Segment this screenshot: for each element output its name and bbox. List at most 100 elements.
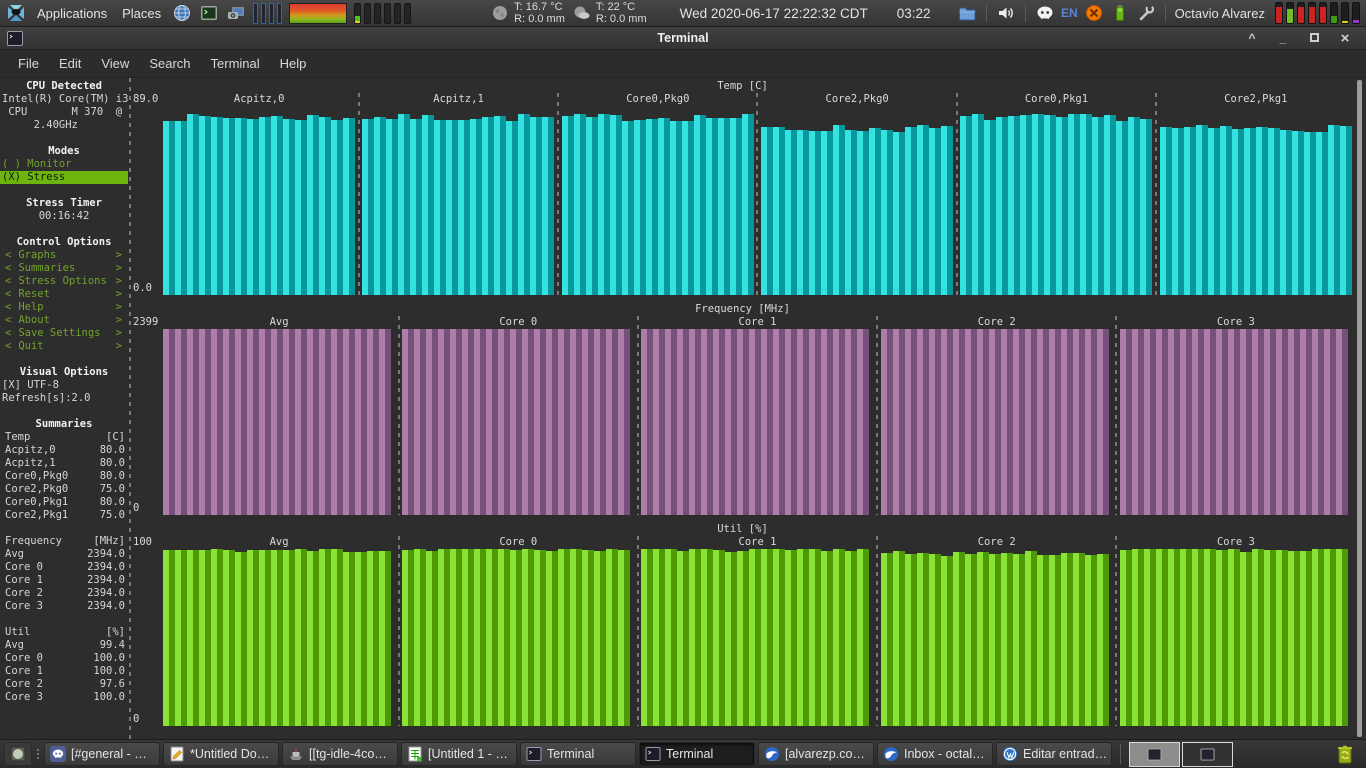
- show-desktop-button[interactable]: [4, 742, 32, 766]
- column-bars: [1119, 329, 1352, 515]
- column-label: Core0,Pkg0: [626, 93, 690, 105]
- bar-stripe: [385, 550, 391, 726]
- section-header: Control Options: [16, 236, 112, 248]
- task-button-7[interactable]: [alvarezp.co…: [758, 742, 874, 766]
- close-button[interactable]: ×: [1338, 30, 1352, 47]
- clock-applet[interactable]: Wed 2020-06-17 22:22:32 CDT: [680, 6, 868, 21]
- sensor-meter-0: [1275, 2, 1283, 24]
- chart-column-acpitz-0: Acpitz,0: [163, 93, 355, 295]
- column-separator: [753, 93, 761, 295]
- bar-stripe: [624, 329, 631, 515]
- control-summaries[interactable]: < Summaries >: [0, 262, 128, 275]
- weather-applet-1[interactable]: T: 16.7 °C R: 0.0 mm: [490, 1, 565, 25]
- section-header: CPU Detected: [26, 80, 102, 92]
- menu-terminal[interactable]: Terminal: [201, 52, 270, 75]
- task-button-6[interactable]: Terminal: [639, 742, 755, 766]
- chart-temp: Temp [C] 89.0 0.0 Acpitz,0 Acpitz,1 Core0,Pkg…: [133, 80, 1352, 295]
- calc-icon: [407, 746, 423, 762]
- window-list-handle[interactable]: [35, 749, 41, 759]
- terminal-titlebar[interactable]: Terminal ^ _ ×: [0, 27, 1366, 50]
- chart-y-labels: 89.0 0.0: [133, 93, 159, 294]
- menu-search[interactable]: Search: [139, 52, 200, 75]
- task-button-1[interactable]: [#general - …: [44, 742, 160, 766]
- volume-icon[interactable]: [996, 3, 1016, 23]
- menu-view[interactable]: View: [91, 52, 139, 75]
- sensor-meter-2: [1297, 2, 1305, 24]
- maximize-button[interactable]: [1307, 31, 1321, 45]
- sidebar-line: 2.40GHz: [2, 119, 78, 131]
- control-help[interactable]: < Help >: [0, 301, 128, 314]
- column-bars: [880, 329, 1113, 515]
- menu-edit[interactable]: Edit: [49, 52, 91, 75]
- chart-column-avg: Avg: [163, 316, 395, 515]
- workspace-2[interactable]: [1182, 741, 1233, 767]
- distro-menu-icon[interactable]: [6, 3, 26, 23]
- terminal-body: CPU Detected Intel(R) Core(TM) i3 CPU M 3…: [0, 78, 1366, 739]
- task-button-3[interactable]: [[tg-idle-4co…: [282, 742, 398, 766]
- column-separator: [634, 316, 642, 515]
- column-bars: [880, 549, 1113, 726]
- system-monitor-graph: [289, 2, 348, 24]
- menu-file[interactable]: File: [8, 52, 49, 75]
- control-reset[interactable]: < Reset >: [0, 288, 128, 301]
- control-about[interactable]: < About >: [0, 314, 128, 327]
- chart-column-core-1: Core 1: [641, 536, 873, 726]
- shade-button[interactable]: ^: [1245, 31, 1259, 45]
- mode-monitor[interactable]: ( ) Monitor: [0, 158, 128, 171]
- column-label: Core 2: [977, 536, 1016, 548]
- terminal-launcher-icon[interactable]: [199, 3, 219, 23]
- secondary-clock[interactable]: 03:22: [897, 6, 931, 21]
- username-label[interactable]: Octavio Alvarez: [1175, 6, 1265, 21]
- battery-icon[interactable]: [1110, 3, 1130, 23]
- file-manager-icon[interactable]: [957, 3, 977, 23]
- trash-icon[interactable]: [1334, 743, 1356, 765]
- chart-title: Temp [C]: [717, 80, 768, 92]
- chart-column-core-1: Core 1: [641, 316, 873, 515]
- mode-stress[interactable]: (X) Stress: [0, 171, 128, 184]
- task-button-4[interactable]: [Untitled 1 - …: [401, 742, 517, 766]
- task-button-label: Inbox - octal…: [904, 747, 985, 761]
- discord-tray-icon[interactable]: [1035, 3, 1055, 23]
- task-button-2[interactable]: *Untitled Do…: [163, 742, 279, 766]
- screenshot-launcher-icon[interactable]: [226, 3, 246, 23]
- control-stress-options[interactable]: < Stress Options >: [0, 275, 128, 288]
- refresh-setting[interactable]: Refresh[s]:2.0: [0, 392, 128, 405]
- applications-menu[interactable]: Applications: [33, 6, 111, 21]
- control-quit[interactable]: < Quit >: [0, 340, 128, 353]
- tool-tray-icon[interactable]: [1136, 3, 1156, 23]
- chart-column-acpitz-1: Acpitz,1: [362, 93, 555, 295]
- bar-stripe: [1341, 549, 1348, 726]
- task-button-label: *Untitled Do…: [190, 747, 270, 761]
- keyboard-layout-indicator[interactable]: EN: [1061, 6, 1078, 20]
- sensor-meter-7: [1352, 2, 1360, 24]
- summary-row: Avg 99.4: [5, 639, 125, 651]
- hardware-sensor-meters: [1275, 2, 1360, 24]
- column-label: Core 3: [1216, 316, 1255, 328]
- column-bars: [641, 329, 873, 515]
- minimize-button[interactable]: _: [1276, 31, 1290, 45]
- weather-temp: T: 22 °C: [595, 1, 636, 13]
- browser-launcher-icon[interactable]: [172, 3, 192, 23]
- weather-rain: R: 0.0 mm: [595, 13, 647, 25]
- sensor-meter-1: [1286, 2, 1294, 24]
- summary-row: Core 3 100.0: [5, 691, 125, 703]
- workspace-switcher: [1129, 741, 1233, 767]
- column-bars: [1119, 549, 1352, 726]
- utf8-toggle[interactable]: [X] UTF-8: [0, 379, 128, 392]
- update-status-icon[interactable]: [1084, 3, 1104, 23]
- terminal-scrollbar[interactable]: [1357, 80, 1362, 737]
- control-graphs[interactable]: < Graphs >: [0, 249, 128, 262]
- bar-stripe: [1341, 329, 1348, 515]
- chart-column-core-3: Core 3: [1119, 536, 1352, 726]
- bar-stripe: [747, 114, 754, 295]
- menu-help[interactable]: Help: [270, 52, 317, 75]
- moon-cloud-icon: [572, 3, 592, 23]
- places-menu[interactable]: Places: [118, 6, 165, 21]
- workspace-1[interactable]: [1129, 741, 1180, 767]
- task-button-8[interactable]: Inbox - octal…: [877, 742, 993, 766]
- control-save-settings[interactable]: < Save Settings >: [0, 327, 128, 340]
- task-button-5[interactable]: Terminal: [520, 742, 636, 766]
- task-button-9[interactable]: Editar entrad…: [996, 742, 1112, 766]
- weather-applet-2[interactable]: T: 22 °C R: 0.0 mm: [572, 1, 647, 25]
